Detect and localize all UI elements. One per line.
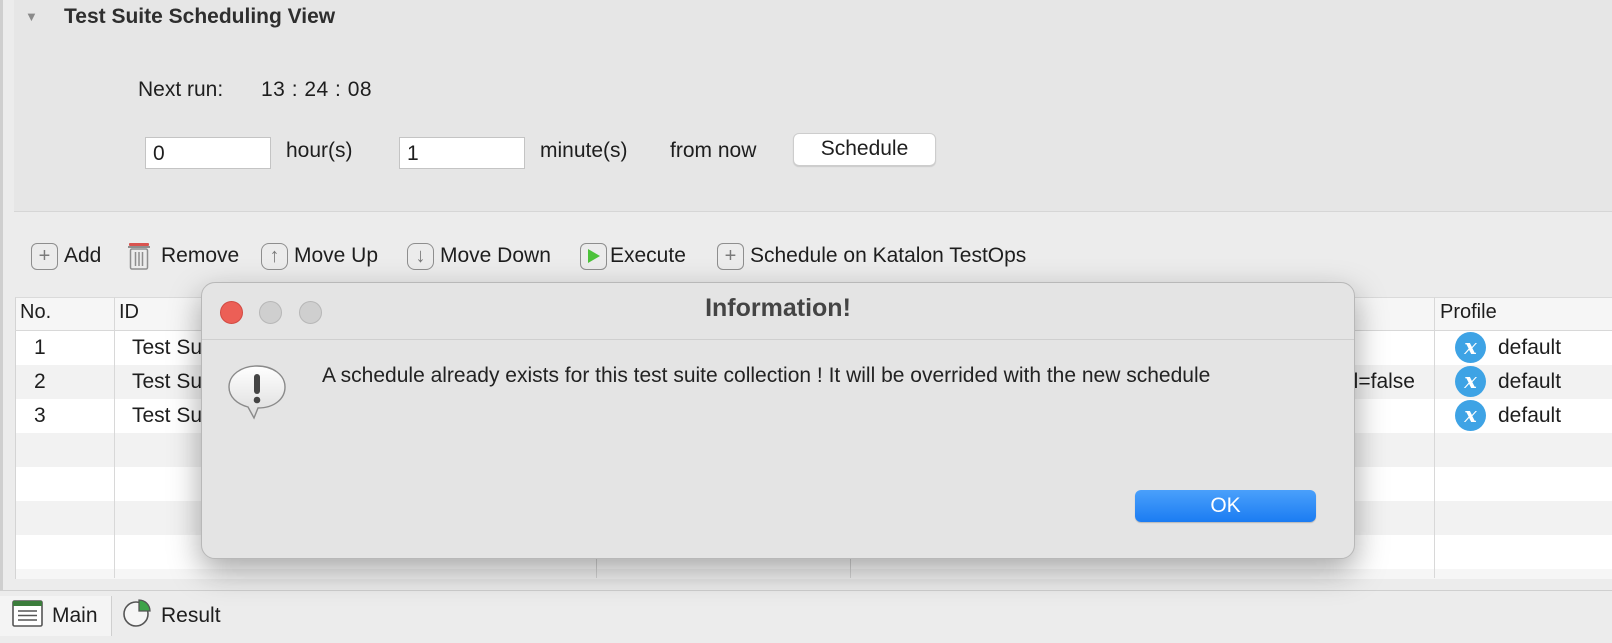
execute-button[interactable]: Execute (580, 240, 686, 272)
column-header-profile[interactable]: Profile (1440, 301, 1497, 324)
hours-input[interactable]: 0 (145, 137, 271, 169)
move-up-button[interactable]: ↑ Move Up (261, 240, 378, 272)
hours-label: hour(s) (286, 139, 353, 162)
move-down-label: Move Down (440, 244, 551, 267)
collapse-toggle-icon[interactable]: ▼ (25, 9, 38, 24)
next-run-label: Next run: (138, 78, 224, 101)
tab-result[interactable]: Result (122, 596, 221, 636)
tab-result-label: Result (161, 604, 221, 627)
row-id: Test Su (132, 404, 203, 427)
arrow-down-icon: ↓ (407, 242, 434, 270)
section-title: Test Suite Scheduling View (64, 5, 336, 28)
column-divider (1434, 297, 1435, 578)
plus-icon: + (717, 242, 744, 270)
trash-icon (127, 241, 151, 271)
profile-variable-icon: x (1455, 400, 1486, 431)
profile-variable-icon: x (1455, 332, 1486, 363)
row-id: Test Su (132, 370, 203, 393)
row-profile[interactable]: default (1498, 336, 1561, 360)
minutes-input[interactable]: 1 (399, 137, 525, 169)
row-number: 2 (34, 370, 46, 393)
arrow-up-icon: ↑ (261, 242, 288, 270)
row-id: Test Su (132, 336, 203, 359)
dialog-title: Information! (705, 294, 851, 322)
play-icon (580, 242, 607, 270)
move-up-label: Move Up (294, 244, 379, 267)
row-number: 3 (34, 404, 46, 427)
schedule-button[interactable]: Schedule (793, 133, 936, 166)
remove-button[interactable]: Remove (127, 240, 239, 272)
move-down-button[interactable]: ↓ Move Down (407, 240, 551, 272)
bottom-tab-bar (0, 590, 1612, 643)
tab-main-label: Main (52, 604, 98, 627)
plus-icon: + (31, 242, 58, 270)
add-label: Add (64, 244, 102, 267)
dialog-titlebar: Information! (202, 283, 1354, 340)
minutes-label: minute(s) (540, 139, 628, 162)
from-now-label: from now (670, 139, 757, 162)
row-profile[interactable]: default (1498, 404, 1561, 428)
column-header-id[interactable]: ID (119, 301, 139, 324)
window-left-edge (0, 0, 3, 642)
add-button[interactable]: + Add (31, 240, 101, 272)
tab-main[interactable]: Main (0, 596, 112, 636)
information-dialog: Information! A schedule already exists f… (201, 282, 1355, 559)
ok-button[interactable]: OK (1135, 490, 1316, 522)
pie-chart-icon (122, 598, 152, 634)
next-run-value: 13 : 24 : 08 (261, 78, 373, 101)
remove-label: Remove (161, 244, 240, 267)
column-header-no[interactable]: No. (20, 301, 51, 324)
alert-speech-bubble-icon (226, 363, 288, 421)
execute-label: Execute (610, 244, 686, 267)
schedule-testops-button[interactable]: + Schedule on Katalon TestOps (717, 240, 1026, 272)
schedule-testops-label: Schedule on Katalon TestOps (750, 244, 1027, 267)
scheduling-panel (14, 0, 1612, 212)
row-number: 1 (34, 336, 46, 359)
dialog-message: A schedule already exists for this test … (322, 364, 1211, 387)
column-divider (114, 297, 115, 578)
table-icon (12, 599, 43, 633)
row-profile[interactable]: default (1498, 370, 1561, 394)
profile-variable-icon: x (1455, 366, 1486, 397)
